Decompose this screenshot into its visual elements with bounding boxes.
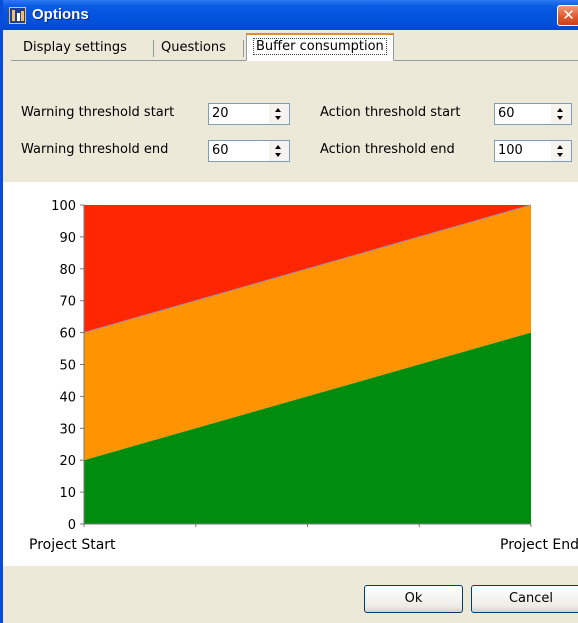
buffer-chart-panel: 0 10 20 30 40 50 60 70 80 90 100 Project Start Proje… xyxy=(3,182,578,566)
title-bar[interactable]: Options ✕ xyxy=(3,0,578,30)
x-tick-label-start: Project Start xyxy=(29,537,116,553)
action-start-value[interactable]: 60 xyxy=(498,106,515,121)
action-start-spinner[interactable]: 60 xyxy=(494,103,572,125)
y-tick-label: 100 xyxy=(51,199,76,214)
tab-buffer-consumption-label: Buffer consumption xyxy=(253,38,387,55)
warning-end-spinner[interactable]: 60 xyxy=(208,140,290,162)
warning-end-label: Warning threshold end xyxy=(21,142,169,157)
spinner-arrows-icon[interactable] xyxy=(269,141,289,161)
options-dialog: Options ✕ Display settings Questions Buf… xyxy=(0,0,578,623)
y-tick-label: 60 xyxy=(59,327,76,342)
y-tick-label: 80 xyxy=(59,263,76,278)
action-end-label: Action threshold end xyxy=(320,142,455,157)
buffer-chart: 0 10 20 30 40 50 60 70 80 90 100 Project Start Proje… xyxy=(29,199,578,553)
y-tick-label: 40 xyxy=(59,390,76,405)
spinner-arrows-icon[interactable] xyxy=(269,104,289,124)
y-tick-label: 50 xyxy=(59,359,76,374)
warning-start-spinner[interactable]: 20 xyxy=(208,103,290,125)
tab-separator xyxy=(153,40,154,57)
spinner-arrows-icon[interactable] xyxy=(551,141,571,161)
y-tick-label: 0 xyxy=(68,518,76,533)
y-tick-label: 30 xyxy=(59,422,76,437)
threshold-fields: Warning threshold start 20 Action thresh… xyxy=(3,61,578,181)
tab-separator xyxy=(243,40,244,57)
action-end-spinner[interactable]: 100 xyxy=(494,140,572,162)
action-end-value[interactable]: 100 xyxy=(498,143,523,158)
close-icon[interactable]: ✕ xyxy=(557,5,578,26)
y-tick-label: 70 xyxy=(59,295,76,310)
dialog-buttons: Ok Cancel xyxy=(3,566,578,623)
window-title: Options xyxy=(32,6,89,23)
y-tick-label: 10 xyxy=(59,486,76,501)
spinner-arrows-icon[interactable] xyxy=(551,104,571,124)
x-tick-label-end: Project End xyxy=(500,537,578,553)
tab-buffer-consumption[interactable]: Buffer consumption xyxy=(246,33,394,61)
y-tick-label: 20 xyxy=(59,454,76,469)
y-tick-label: 90 xyxy=(59,231,76,246)
warning-start-value[interactable]: 20 xyxy=(212,106,229,121)
action-start-label: Action threshold start xyxy=(320,105,461,120)
cancel-button[interactable]: Cancel xyxy=(471,585,578,613)
warning-start-label: Warning threshold start xyxy=(21,105,175,120)
ok-button[interactable]: Ok xyxy=(364,585,463,613)
app-logo-icon xyxy=(9,7,26,24)
tab-questions[interactable]: Questions xyxy=(155,37,232,61)
warning-end-value[interactable]: 60 xyxy=(212,143,229,158)
tab-display-settings[interactable]: Display settings xyxy=(17,37,133,61)
